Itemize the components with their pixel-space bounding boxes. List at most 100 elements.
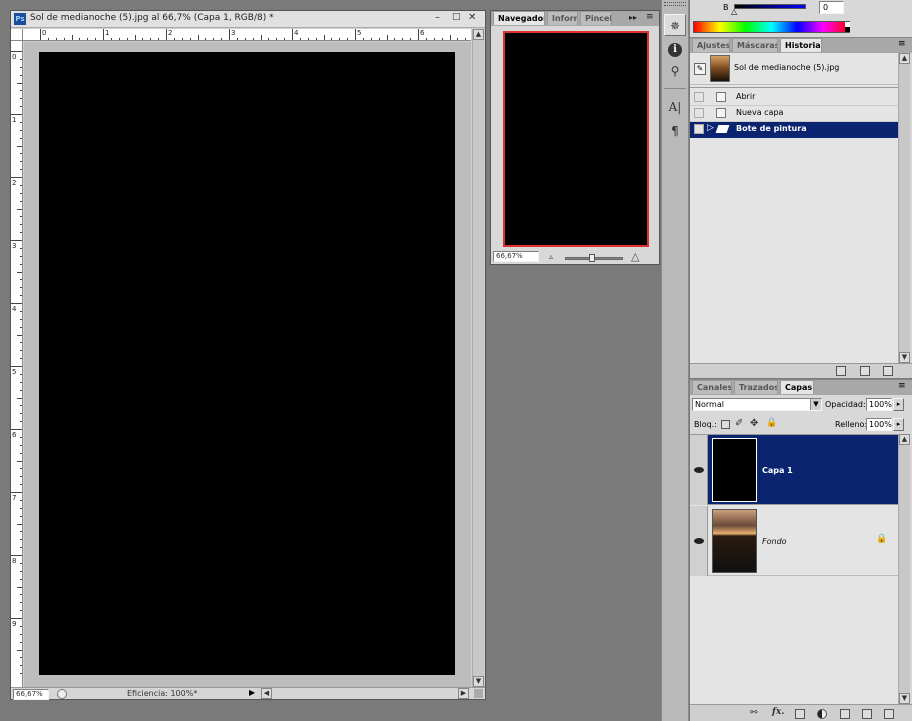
ruler-minor-tick — [20, 350, 22, 352]
ruler-minor-tick — [20, 452, 22, 454]
fill-field[interactable]: 100% — [866, 418, 892, 431]
lock-pixels-icon[interactable]: ✐ — [735, 418, 743, 429]
scroll-down-arrow[interactable]: ▼ — [899, 352, 910, 363]
new-group-icon[interactable] — [840, 709, 850, 719]
blue-channel-field[interactable]: 0 — [819, 1, 844, 14]
navigator-panel: Navegador Inform Pincel ▸▸ ≡ 66,67% ▵ △ — [490, 10, 660, 265]
scroll-down-arrow[interactable]: ▼ — [899, 693, 910, 704]
document-canvas[interactable] — [39, 52, 455, 675]
trash-icon[interactable] — [884, 709, 894, 719]
history-brush-checkbox[interactable] — [694, 108, 704, 118]
new-document-from-state-icon[interactable] — [836, 366, 846, 376]
horizontal-scroll-left-arrow[interactable]: ◀ — [261, 688, 272, 699]
color-spectrum-bar[interactable] — [693, 21, 850, 33]
scroll-up-arrow[interactable]: ▲ — [899, 53, 910, 64]
layers-scrollbar[interactable]: ▲ ▼ — [898, 434, 910, 704]
tab-mascaras[interactable]: Máscaras — [732, 38, 778, 52]
ruler-minor-tick — [465, 38, 467, 40]
trash-icon[interactable] — [883, 366, 893, 376]
lock-position-icon[interactable]: ✥ — [750, 418, 758, 429]
zoom-slider-handle[interactable] — [589, 254, 595, 262]
blend-mode-select[interactable]: Normal ▼ — [692, 398, 822, 411]
dock-grip[interactable] — [664, 2, 686, 6]
maximize-icon[interactable]: □ — [452, 12, 461, 22]
tab-canales[interactable]: Canales — [692, 380, 732, 394]
layer-row[interactable]: Fondo 🔒 — [690, 506, 898, 576]
ruler-minor-tick — [20, 405, 22, 407]
history-snapshot[interactable]: ✎ Sol de medianoche (5).jpg — [690, 53, 898, 85]
new-layer-icon[interactable] — [862, 709, 872, 719]
blue-channel-slider[interactable] — [734, 4, 806, 9]
character-dock-icon[interactable]: A| — [664, 96, 686, 118]
tab-ajustes[interactable]: Ajustes — [692, 38, 730, 52]
navigator-zoom-field[interactable]: 66,67% — [493, 251, 539, 262]
status-menu-icon[interactable] — [57, 689, 67, 699]
scroll-down-arrow[interactable]: ▼ — [473, 676, 484, 687]
history-item[interactable]: Abrir — [690, 90, 898, 106]
lock-transparency-icon[interactable] — [721, 420, 730, 429]
history-panel-menu-icon[interactable]: ≡ — [898, 39, 906, 49]
ruler-minor-tick — [20, 90, 22, 92]
tab-navegador[interactable]: Navegador — [493, 11, 545, 25]
ruler-minor-tick — [20, 673, 22, 675]
horizontal-ruler: 0 1 2 3 4 5 6 — [23, 29, 471, 41]
tab-trazados[interactable]: Trazados — [734, 380, 778, 394]
ruler-minor-tick — [20, 381, 22, 383]
history-scrollbar[interactable]: ▲ ▼ — [898, 53, 910, 363]
document-zoom-field[interactable]: 66,67% — [13, 689, 49, 700]
history-item[interactable]: Nueva capa — [690, 106, 898, 122]
snapshot-source-icon[interactable]: ✎ — [694, 63, 706, 75]
visibility-eye-icon[interactable] — [690, 506, 708, 576]
visibility-eye-icon[interactable] — [690, 435, 708, 505]
link-layers-icon[interactable]: ⚯ — [750, 708, 758, 718]
minimize-icon[interactable]: – — [435, 12, 440, 23]
layers-panel-menu-icon[interactable]: ≡ — [898, 381, 906, 391]
navigator-dock-icon[interactable]: ✵ — [664, 14, 686, 36]
tab-pincel[interactable]: Pincel — [580, 11, 612, 25]
layer-name[interactable]: Fondo — [762, 537, 787, 546]
scroll-up-arrow[interactable]: ▲ — [899, 434, 910, 445]
ruler-minor-tick — [150, 38, 152, 40]
panel-menu-icon[interactable]: ≡ — [646, 12, 654, 22]
chevron-down-icon[interactable]: ▼ — [810, 399, 821, 410]
document-vertical-scrollbar[interactable]: ▲ ▼ — [472, 29, 484, 687]
layer-style-icon[interactable]: fx. — [772, 707, 784, 717]
ruler-number: 6 — [420, 29, 425, 37]
opacity-field[interactable]: 100% — [866, 398, 892, 411]
spectrum-black-swatch[interactable] — [845, 27, 850, 32]
history-brush-checkbox[interactable] — [694, 92, 704, 102]
ruler-minor-tick — [20, 342, 22, 344]
adjustment-layer-icon[interactable] — [817, 709, 827, 719]
zoom-out-icon[interactable]: ▵ — [549, 252, 553, 261]
slider-marker-icon[interactable]: △ — [731, 7, 737, 16]
status-arrow-icon[interactable]: ▶ — [249, 688, 255, 697]
history-brush-checkbox[interactable] — [694, 124, 704, 134]
tab-historia[interactable]: Historia — [780, 38, 822, 52]
close-icon[interactable]: ✕ — [468, 12, 476, 23]
horizontal-scroll-right-arrow[interactable]: ▶ — [458, 688, 469, 699]
ruler-minor-tick — [284, 38, 286, 40]
ruler-minor-tick — [47, 38, 49, 40]
scroll-up-arrow[interactable]: ▲ — [473, 29, 484, 40]
add-mask-icon[interactable] — [795, 709, 805, 719]
navigator-preview[interactable] — [503, 31, 649, 247]
ruler-minor-tick — [20, 507, 22, 509]
panel-collapse-icon[interactable]: ▸▸ — [629, 13, 637, 22]
opacity-arrow-button[interactable]: ▸ — [893, 398, 904, 411]
zoom-in-icon[interactable]: △ — [631, 250, 639, 263]
layer-name[interactable]: Capa 1 — [762, 466, 793, 475]
resize-grip-icon[interactable] — [474, 689, 483, 698]
layer-row-selected[interactable]: Capa 1 — [690, 435, 898, 505]
camera-icon[interactable] — [860, 366, 870, 376]
document-titlebar[interactable]: Ps Sol de medianoche (5).jpg al 66,7% (C… — [11, 11, 485, 28]
lock-all-icon[interactable]: 🔒 — [766, 418, 777, 428]
history-item-selected[interactable]: ▷ Bote de pintura — [690, 122, 898, 138]
tab-inform[interactable]: Inform — [547, 11, 578, 25]
info-dock-icon[interactable]: i — [664, 37, 686, 59]
brush-dock-icon[interactable]: ⚲ — [664, 60, 686, 82]
tab-capas[interactable]: Capas — [780, 380, 814, 394]
history-item-label: Abrir — [736, 92, 756, 101]
paragraph-dock-icon[interactable]: ¶ — [664, 120, 686, 142]
fill-arrow-button[interactable]: ▸ — [893, 418, 904, 431]
canvas-area[interactable] — [24, 42, 471, 687]
